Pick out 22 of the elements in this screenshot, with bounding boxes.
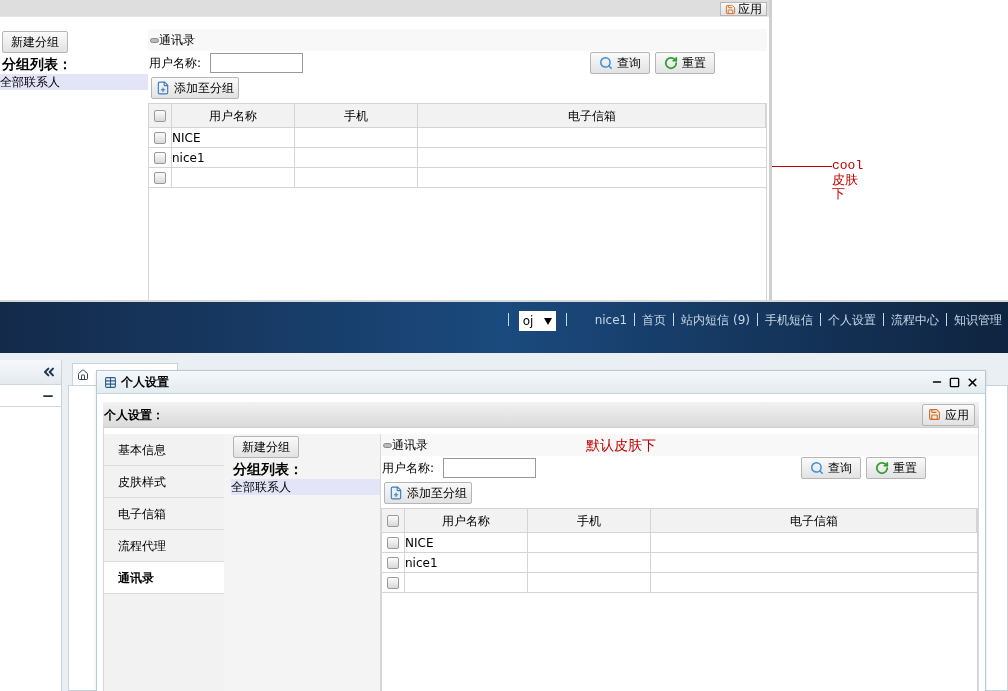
toolbar-title: 个人设置： — [104, 406, 164, 424]
column-header: 电子信箱 — [651, 509, 977, 533]
field-label: 用户名称: — [149, 55, 202, 72]
annotation-text: 下 — [832, 187, 846, 201]
group-list-title: 分组列表： — [1, 55, 73, 74]
field-label: 用户名称: — [382, 460, 435, 477]
section-title: 通讯录 — [159, 32, 195, 49]
section-title: 通讯录 — [392, 437, 428, 454]
annotation-text: 默认皮肤下 — [586, 435, 656, 455]
table-cell: nice1 — [172, 148, 295, 168]
column-header: 用户名称 — [172, 104, 295, 128]
annotation-text: cool — [832, 159, 864, 173]
column-header: 手机 — [528, 509, 651, 533]
column-header: 用户名称 — [405, 509, 528, 533]
column-header: 电子信箱 — [418, 104, 766, 128]
table-cell: NICE — [405, 533, 528, 553]
table-cell: NICE — [172, 128, 295, 148]
column-header: 手机 — [295, 104, 418, 128]
table-cell: nice1 — [405, 553, 528, 573]
group-list-title: 分组列表： — [232, 460, 304, 479]
annotation-text: 皮肤 — [832, 173, 859, 187]
dialog-title: 个人设置 — [121, 374, 169, 391]
